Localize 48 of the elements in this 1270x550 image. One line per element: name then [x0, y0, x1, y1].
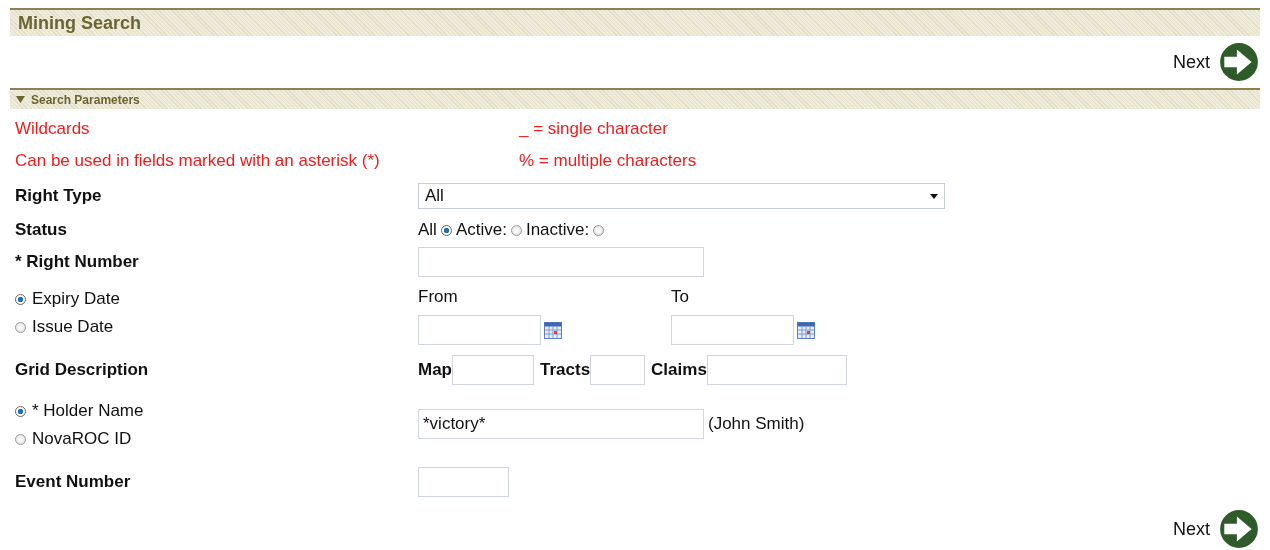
section-header[interactable]: Search Parameters: [10, 88, 1260, 109]
page-title: Mining Search: [18, 12, 142, 34]
radio-label: All: [418, 220, 437, 240]
to-label: To: [671, 287, 690, 307]
radio-label: Active:: [455, 220, 507, 240]
field-label: * Right Number: [15, 252, 140, 272]
field-label: Map: [418, 360, 452, 380]
from-label: From: [418, 287, 459, 307]
grid-field[interactable]: [452, 355, 534, 385]
calendar-icon[interactable]: [797, 321, 815, 339]
date-type-radio[interactable]: [15, 293, 26, 305]
arrow-icon: [1218, 41, 1260, 83]
next-button[interactable]: Next: [1173, 41, 1260, 83]
wildcards-title: Wildcards: [15, 119, 91, 139]
event-number-field[interactable]: [418, 467, 509, 497]
field-label: Event Number: [15, 472, 132, 492]
next-button[interactable]: Next: [1173, 508, 1260, 550]
field-label: Right Type: [15, 186, 103, 206]
field-label: Grid Description: [15, 360, 150, 380]
holder-name-field[interactable]: *victory*: [418, 409, 704, 439]
right-type-dropdown[interactable]: All: [418, 183, 945, 209]
radio-label: Issue Date: [32, 317, 114, 337]
caret-icon: [930, 193, 938, 199]
wildcard-rule: % = multiple characters: [519, 151, 698, 171]
field-label: Claims: [651, 360, 707, 380]
wildcard-rule: _ = single character: [519, 119, 669, 139]
radio-label: Expiry Date: [32, 289, 120, 309]
status-radio[interactable]: [593, 224, 605, 236]
status-radio[interactable]: [510, 224, 522, 236]
radio-label: NovaROC ID: [32, 429, 132, 449]
right-number-field[interactable]: [418, 247, 704, 277]
arrow-icon: [1218, 508, 1260, 550]
calendar-icon[interactable]: [544, 321, 562, 339]
holder-type-radio[interactable]: [15, 433, 26, 445]
section-title: Search Parameters: [31, 92, 140, 107]
status-radio[interactable]: [440, 224, 452, 236]
wildcards-note: Can be used in fields marked with an asterisk (*): [15, 151, 381, 171]
radio-label: * Holder Name: [32, 401, 144, 421]
field-label: Status: [15, 220, 68, 240]
date-type-radio[interactable]: [15, 321, 26, 333]
grid-field[interactable]: [590, 355, 646, 385]
to-date-field[interactable]: [671, 315, 794, 345]
radio-label: Inactive:: [525, 220, 590, 240]
field-label: Tracts: [540, 360, 591, 380]
holder-type-radio[interactable]: [15, 405, 26, 417]
example-hint: (John Smith): [708, 414, 805, 434]
grid-field[interactable]: [706, 355, 847, 385]
from-date-field[interactable]: [418, 315, 541, 345]
